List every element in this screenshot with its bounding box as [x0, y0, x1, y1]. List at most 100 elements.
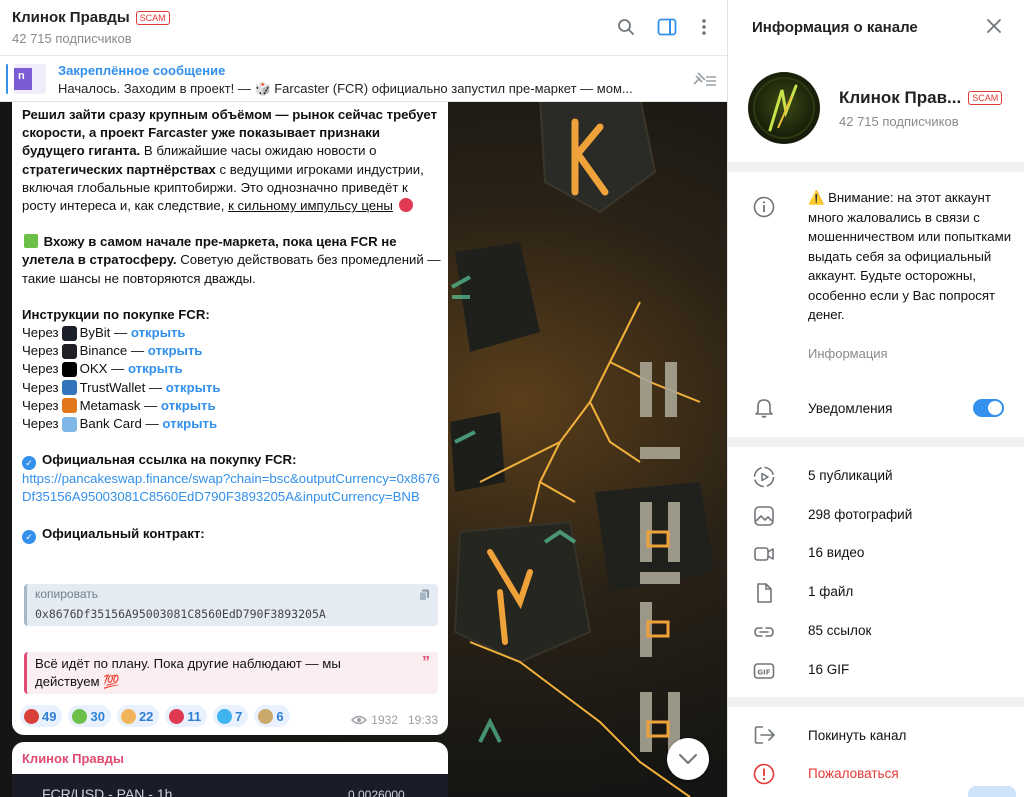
via-label: Через	[22, 361, 59, 377]
chart-screenshot-image[interactable]: FCR/USD - PAN - 1h 0.0026000	[12, 774, 448, 797]
media-row[interactable]: 16 видео	[728, 535, 1024, 573]
open-link[interactable]: открыть	[166, 379, 221, 397]
eye-icon	[351, 715, 368, 725]
media-label: 5 публикаций	[808, 468, 893, 483]
exchange-name: Binance	[79, 343, 128, 359]
exchange-name: Metamask	[79, 397, 141, 413]
info-channel-name-text: Клинок Прав...	[839, 88, 962, 107]
open-link[interactable]: открыть	[162, 415, 217, 433]
media-row[interactable]: 85 ссылок	[728, 613, 1024, 651]
contract-address: 0x8676Df35156A95003081C8560EdD790F389320…	[35, 607, 326, 621]
channel-title-text: Клинок Правды	[12, 9, 130, 26]
exchange-row: Через Metamask — открыть	[22, 397, 442, 415]
trustwallet-icon	[61, 380, 77, 396]
media-row[interactable]: 298 фотографий	[728, 497, 1024, 535]
okx-icon	[61, 362, 77, 377]
scroll-down-button[interactable]	[667, 738, 709, 780]
metamask-icon	[61, 398, 77, 414]
copy-label[interactable]: копировать	[35, 587, 98, 601]
paragraph-entry: Вхожу в самом начале пре-маркета, пока ц…	[22, 233, 442, 288]
views: 1932	[351, 713, 398, 727]
reaction-count: 11	[187, 708, 202, 724]
open-link[interactable]: открыть	[148, 342, 203, 360]
media-row[interactable]: 5 публикаций	[728, 458, 1024, 496]
divider	[728, 697, 1024, 707]
dash: —	[140, 397, 161, 413]
dice-emoji-icon	[398, 198, 413, 213]
info-panel-title: Информация о канале	[752, 19, 918, 36]
reaction-chip[interactable]: 22	[116, 705, 160, 727]
dash: —	[141, 415, 163, 431]
channel-avatar[interactable]	[748, 72, 820, 144]
floating-action-button[interactable]	[968, 786, 1016, 797]
reaction-count: 49	[42, 708, 57, 724]
open-link[interactable]: открыть	[128, 360, 183, 378]
dash: —	[110, 325, 131, 341]
report-channel-button[interactable]: Пожаловаться	[808, 766, 899, 781]
quote-text: Всё идёт по плану. Пока другие наблюдают…	[35, 656, 341, 689]
exchange-name: OKX	[79, 361, 108, 377]
dash: —	[127, 343, 148, 359]
sidebar-toggle-icon[interactable]	[656, 16, 678, 38]
contract-code-block[interactable]: копировать 0x8676Df35156A95003081C8560Ed…	[24, 584, 438, 626]
chart-up-emoji-icon	[24, 234, 38, 249]
search-icon[interactable]	[615, 16, 637, 38]
reaction-count: 30	[90, 708, 105, 724]
info-channel-name: Клинок Прав... SCAM	[839, 88, 1003, 108]
exchange-list: Через ByBit — открыть Через Binance — откры…	[22, 324, 442, 433]
report-icon	[753, 763, 775, 790]
contract-title-row: ✓ Официальный контракт:	[22, 525, 442, 544]
info-circle-icon	[753, 196, 775, 223]
via-label: Через	[22, 325, 59, 341]
video-icon	[753, 543, 775, 565]
media-row[interactable]: GIF 16 GIF	[728, 652, 1024, 690]
reaction-chip[interactable]: 30	[68, 705, 111, 727]
contract-title: Официальный контракт:	[42, 525, 205, 541]
reaction-chip[interactable]: 6	[254, 705, 290, 727]
official-link[interactable]: https://pancakeswap.finance/swap?chain=b…	[22, 470, 442, 506]
media-label: 16 GIF	[808, 661, 850, 677]
strawberry-icon	[24, 708, 39, 724]
media-label: 85 ссылок	[808, 622, 872, 638]
media-row[interactable]: 1 файл	[728, 574, 1024, 612]
message-author: Клинок Правды	[22, 751, 124, 766]
message-text: Решил зайти сразу крупным объёмом — рыно…	[22, 106, 442, 544]
reaction-chip[interactable]: 11	[165, 705, 208, 727]
open-link[interactable]: открыть	[161, 397, 216, 415]
reaction-count: 22	[138, 708, 154, 724]
svg-text:GIF: GIF	[757, 668, 770, 676]
reaction-chip[interactable]: 7	[213, 705, 249, 727]
verified-check-icon: ✓	[22, 529, 36, 544]
pinned-list-icon[interactable]	[691, 70, 717, 93]
notifications-toggle[interactable]	[973, 399, 1004, 417]
chart-title-text: FCR/USD - PAN - 1h	[42, 786, 173, 797]
reactions-bar: 49 30 22 11 7 6	[20, 705, 290, 727]
message-time: 19:33	[407, 713, 438, 727]
dice-icon	[169, 708, 185, 724]
copy-icon[interactable]	[419, 588, 430, 606]
divider	[728, 437, 1024, 447]
next-message-bubble[interactable]: Клинок Правды FCR/USD - PAN - 1h 0.00260…	[12, 742, 448, 797]
official-link-block: ✓ Официальная ссылка на покупку FCR: http…	[22, 451, 442, 506]
open-link[interactable]: открыть	[131, 324, 186, 342]
pinned-indicator	[6, 64, 8, 94]
intro-underline: к сильному импульсу цены	[228, 198, 393, 214]
message-meta: 1932 19:33	[351, 713, 438, 727]
channel-title[interactable]: Клинок Правды SCAM	[12, 9, 170, 26]
leave-channel-button[interactable]: Покинуть канал	[808, 728, 906, 743]
chart-up-icon	[72, 708, 88, 724]
warning-subtitle: Информация	[808, 346, 888, 361]
official-link-title: Официальная ссылка на покупку FCR:	[42, 452, 297, 468]
pinned-message-bar[interactable]: n Закреплённое сообщение Началось. Заход…	[0, 56, 727, 102]
diamond-icon	[217, 708, 233, 724]
close-icon[interactable]	[986, 18, 1002, 39]
intro-bold-2: стратегических партнёрствах	[22, 161, 216, 177]
via-label: Через	[22, 343, 59, 359]
via-label: Через	[22, 379, 59, 395]
reaction-count: 7	[235, 708, 243, 724]
instructions-block: Инструкции по покупке FCR: Через ByBit — …	[22, 306, 442, 433]
message-bubble[interactable]: Решил зайти сразу крупным объёмом — рыно…	[12, 102, 448, 735]
more-menu-icon[interactable]	[693, 16, 715, 38]
reaction-chip[interactable]: 49	[20, 705, 63, 727]
media-label: 298 фотографий	[808, 506, 913, 522]
